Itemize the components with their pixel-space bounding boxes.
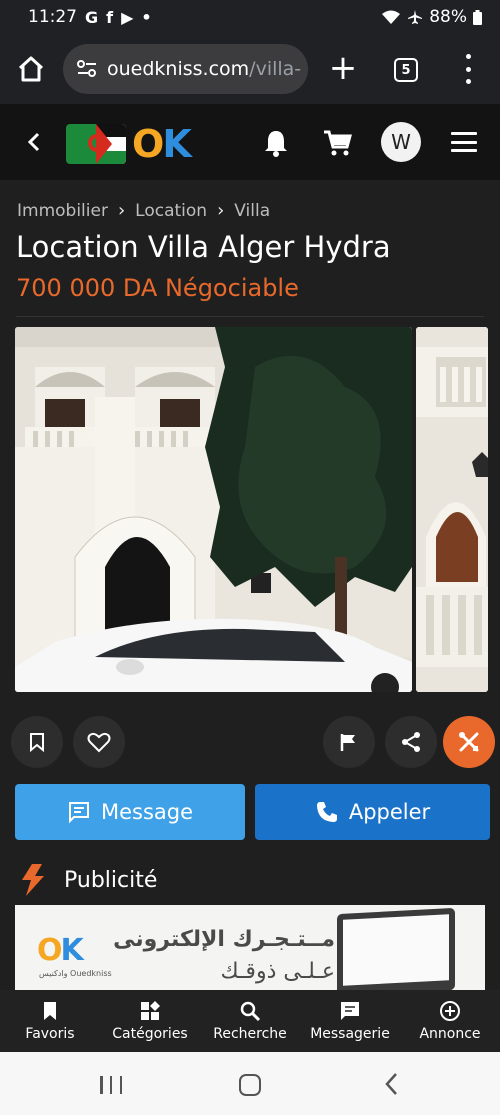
ad-banner[interactable]: OK وادكنيس Ouedkniss مــتـجـرك الإلكترون… bbox=[15, 905, 485, 990]
divider bbox=[16, 316, 484, 317]
hamburger-menu-icon[interactable] bbox=[451, 132, 477, 152]
report-button[interactable] bbox=[323, 716, 375, 768]
listing-content: Immobilier › Location › Villa Location V… bbox=[0, 180, 500, 990]
breadcrumb: Immobilier › Location › Villa bbox=[17, 200, 270, 221]
nav-categories[interactable]: Catégories bbox=[105, 1000, 195, 1042]
ad-section-header: Publicité bbox=[22, 864, 157, 896]
facebook-notification-icon: f bbox=[106, 7, 114, 27]
status-time: 11:27 bbox=[28, 7, 77, 27]
battery-icon bbox=[473, 9, 482, 25]
chevron-right-icon: › bbox=[217, 200, 225, 221]
favorite-button[interactable] bbox=[73, 716, 125, 768]
status-bar: 11:27 G f ▶ • 88% bbox=[0, 0, 500, 34]
tab-switcher-button[interactable]: 5 bbox=[394, 58, 418, 82]
call-button[interactable]: Appeler bbox=[255, 784, 490, 840]
action-row bbox=[0, 716, 500, 770]
home-icon[interactable] bbox=[16, 54, 46, 84]
algeria-palestine-flag-icon bbox=[66, 124, 126, 164]
nav-favoris[interactable]: Favoris bbox=[5, 1000, 95, 1042]
url-text: ouedkniss.com/villa- bbox=[107, 58, 302, 80]
listing-title: Location Villa Alger Hydra bbox=[16, 230, 391, 264]
app-header: OK W bbox=[0, 104, 500, 180]
share-icon bbox=[402, 732, 420, 752]
search-icon bbox=[240, 1001, 261, 1022]
photo-gallery[interactable] bbox=[0, 327, 500, 693]
recents-icon[interactable] bbox=[100, 1076, 122, 1094]
ad-logo: OK bbox=[37, 933, 84, 968]
phone-icon bbox=[316, 802, 337, 822]
ad-text-line2: عـلـى ذوقـك bbox=[220, 959, 335, 984]
ad-text-line1: مــتـجـرك الإلكترونى bbox=[113, 927, 335, 952]
airplane-mode-icon bbox=[408, 10, 423, 24]
system-navigation-bar bbox=[0, 1052, 500, 1115]
message-button[interactable]: Message bbox=[15, 784, 245, 840]
listing-photo[interactable] bbox=[15, 327, 412, 692]
message-icon bbox=[68, 802, 89, 824]
breadcrumb-item-villa[interactable]: Villa bbox=[234, 201, 270, 221]
wifi-icon bbox=[382, 10, 401, 24]
cart-icon[interactable] bbox=[322, 128, 352, 158]
bell-icon[interactable] bbox=[262, 128, 290, 158]
site-settings-icon[interactable] bbox=[77, 60, 97, 78]
message-button-label: Message bbox=[100, 800, 194, 824]
back-arrow-icon[interactable] bbox=[22, 126, 46, 158]
logo-text: OK bbox=[132, 122, 192, 166]
battery-percent: 88% bbox=[429, 7, 467, 27]
bookmark-icon bbox=[30, 733, 44, 752]
add-circle-icon bbox=[440, 1001, 460, 1021]
ad-logo-subtitle: وادكنيس Ouedkniss bbox=[39, 969, 112, 978]
categories-icon bbox=[141, 1001, 160, 1020]
user-avatar[interactable]: W bbox=[381, 122, 421, 162]
ouedkniss-logo[interactable]: OK bbox=[66, 122, 196, 166]
more-notifications-icon: • bbox=[141, 7, 152, 27]
home-button-icon[interactable] bbox=[239, 1074, 261, 1096]
listing-photo-next[interactable] bbox=[416, 327, 488, 692]
url-field[interactable]: ouedkniss.com/villa- bbox=[63, 44, 308, 94]
youtube-notification-icon: ▶ bbox=[121, 7, 134, 27]
google-notification-icon: G bbox=[85, 7, 99, 27]
chevron-right-icon: › bbox=[117, 200, 126, 221]
tools-icon bbox=[459, 732, 479, 752]
nav-recherche[interactable]: Recherche bbox=[205, 1000, 295, 1042]
flag-icon bbox=[340, 734, 355, 751]
nav-messagerie[interactable]: Messagerie bbox=[305, 1000, 395, 1042]
call-button-label: Appeler bbox=[348, 800, 431, 824]
browser-toolbar: ouedkniss.com/villa- + 5 bbox=[0, 34, 500, 104]
system-back-icon[interactable] bbox=[382, 1070, 402, 1098]
listing-price: 700 000 DA Négociable bbox=[16, 274, 299, 302]
ad-section-label: Publicité bbox=[64, 867, 158, 893]
nav-annonce[interactable]: Annonce bbox=[405, 1000, 495, 1042]
browser-menu-button[interactable] bbox=[462, 54, 474, 84]
chat-icon bbox=[341, 1002, 359, 1020]
laptop-image bbox=[337, 907, 455, 990]
breadcrumb-item-location[interactable]: Location bbox=[135, 201, 207, 221]
save-bookmark-button[interactable] bbox=[11, 716, 63, 768]
new-tab-button[interactable]: + bbox=[328, 51, 358, 86]
breadcrumb-item-immobilier[interactable]: Immobilier bbox=[17, 201, 108, 221]
share-button[interactable] bbox=[385, 716, 437, 768]
tools-button[interactable] bbox=[443, 716, 495, 768]
lightning-icon bbox=[22, 864, 44, 896]
heart-icon bbox=[87, 732, 111, 753]
bookmark-icon bbox=[44, 1002, 56, 1020]
bottom-navigation: Favoris Catégories Recherche Messagerie … bbox=[0, 990, 500, 1052]
